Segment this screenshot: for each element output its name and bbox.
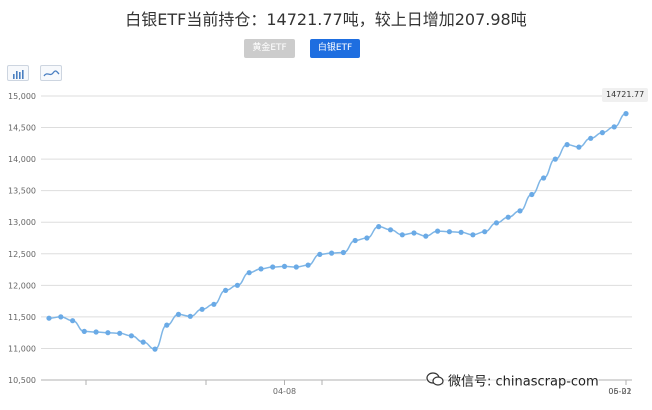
data-point[interactable] (211, 301, 217, 307)
y-tick-label: 14,500 (8, 124, 36, 133)
data-point[interactable] (199, 306, 205, 312)
data-point[interactable] (470, 232, 476, 238)
watermark-text: 微信号: chinascrap-com (448, 374, 599, 390)
data-point[interactable] (46, 315, 52, 321)
watermark: 微信号: chinascrap-com (426, 372, 599, 390)
data-point[interactable] (458, 229, 464, 235)
data-point[interactable] (246, 270, 252, 276)
data-point[interactable] (234, 282, 240, 288)
data-point[interactable] (317, 251, 323, 257)
data-point[interactable] (152, 346, 158, 352)
y-tick-label: 11,500 (8, 313, 36, 322)
data-point[interactable] (340, 249, 346, 256)
value-tooltip: 14721.77 (602, 88, 649, 102)
y-tick-label: 13,000 (8, 218, 36, 227)
data-point[interactable] (164, 322, 170, 328)
y-tick-label: 10,500 (8, 376, 36, 385)
data-point[interactable] (128, 333, 134, 339)
data-point[interactable] (505, 214, 511, 220)
data-point[interactable] (305, 262, 311, 268)
data-point[interactable] (446, 229, 452, 235)
wechat-icon (426, 372, 444, 392)
data-point[interactable] (187, 313, 193, 319)
x-tick-label: 06-02 (608, 387, 631, 396)
x-tick-label: 04-08 (273, 387, 296, 396)
data-point[interactable] (541, 175, 547, 181)
data-point[interactable] (352, 237, 358, 244)
data-point[interactable] (435, 228, 441, 234)
data-point[interactable] (387, 227, 394, 233)
data-point[interactable] (599, 130, 606, 136)
data-point[interactable] (58, 314, 64, 320)
data-point[interactable] (223, 287, 229, 293)
data-point[interactable] (258, 266, 264, 272)
data-point[interactable] (399, 232, 405, 238)
data-point[interactable] (93, 329, 99, 335)
data-point[interactable] (293, 264, 299, 270)
etf-holdings-line-chart: 15,000 14,500 14,000 13,500 13,000 12,500 12,0… (8, 92, 632, 396)
data-point[interactable] (576, 144, 582, 150)
data-point[interactable] (105, 330, 111, 336)
data-point[interactable] (281, 263, 288, 269)
data-point[interactable] (623, 111, 629, 117)
y-tick-label: 15,000 (8, 92, 36, 101)
y-tick-label: 13,500 (8, 187, 36, 196)
data-point[interactable] (611, 124, 617, 130)
data-point[interactable] (140, 339, 146, 345)
y-tick-label: 14,000 (8, 155, 36, 164)
data-point[interactable] (70, 318, 76, 324)
data-point[interactable] (117, 330, 123, 336)
data-point[interactable] (364, 235, 370, 241)
y-tick-label: 12,500 (8, 250, 36, 259)
data-point[interactable] (175, 311, 182, 317)
data-point[interactable] (376, 224, 382, 230)
data-point[interactable] (517, 208, 523, 214)
data-point[interactable] (529, 191, 535, 198)
data-point[interactable] (81, 328, 87, 334)
data-point[interactable] (329, 250, 335, 256)
data-point[interactable] (588, 135, 594, 141)
series-line (48, 112, 627, 350)
y-tick-label: 11,000 (8, 344, 36, 353)
data-point[interactable] (482, 229, 488, 235)
data-point[interactable] (564, 142, 570, 148)
data-point[interactable] (411, 230, 417, 236)
data-point[interactable] (552, 156, 558, 162)
y-tick-label: 12,000 (8, 281, 36, 290)
data-point[interactable] (423, 233, 429, 239)
data-point[interactable] (270, 264, 276, 270)
data-point[interactable] (493, 220, 500, 226)
